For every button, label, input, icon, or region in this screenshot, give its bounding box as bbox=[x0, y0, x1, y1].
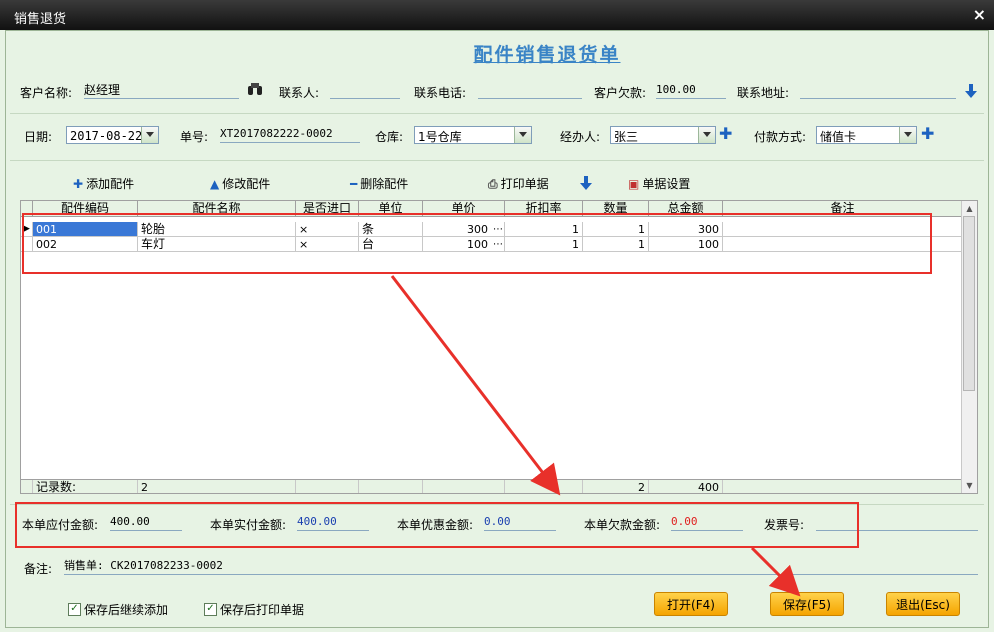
window: 销售退货 × 配件销售退货单 客户名称: 赵经理 联系人: 联系电话: 客户欠款… bbox=[0, 0, 994, 632]
annotation-arrow-down bbox=[390, 275, 561, 496]
annotation-arrows bbox=[390, 275, 801, 597]
annotation-arrow-save bbox=[750, 546, 801, 597]
